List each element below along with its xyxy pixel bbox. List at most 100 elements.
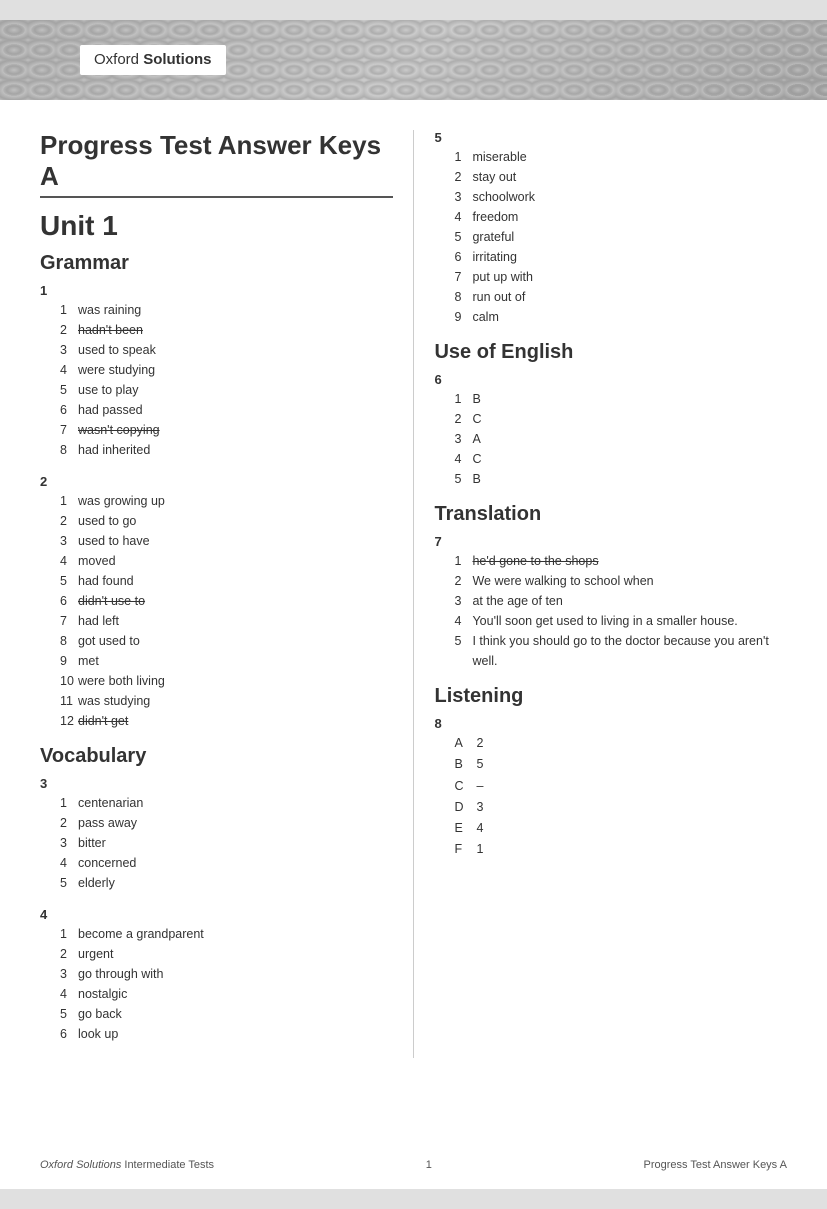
question-4-number: 4 — [40, 907, 393, 922]
list-item: 7wasn't copying — [60, 420, 393, 440]
question-2-number: 2 — [40, 474, 393, 489]
question-2-block: 2 1was growing up 2used to go 3used to h… — [40, 474, 393, 731]
list-item: 4You'll soon get used to living in a sma… — [454, 611, 787, 631]
list-item: 5use to play — [60, 380, 393, 400]
list-item: 2pass away — [60, 813, 393, 833]
listening-row-d: D 3 — [454, 797, 787, 818]
left-column: Progress Test Answer Keys A Unit 1 Gramm… — [40, 130, 413, 1058]
list-item: 4C — [454, 449, 787, 469]
list-item: 4moved — [60, 551, 393, 571]
list-item: 1B — [454, 389, 787, 409]
question-5-answers: 1miserable 2stay out 3schoolwork 4freedo… — [454, 147, 787, 327]
vocabulary-section-title: Vocabulary — [40, 745, 393, 768]
page: Oxford Solutions Progress Test Answer Ke… — [0, 20, 827, 1189]
header-logo: Oxford Solutions — [80, 45, 226, 75]
header-banner: Oxford Solutions — [0, 20, 827, 100]
use-of-english-title: Use of English — [434, 341, 787, 364]
list-item: 3bitter — [60, 833, 393, 853]
logo-text: Oxford Solutions — [94, 51, 212, 68]
footer-right: Progress Test Answer Keys A — [644, 1159, 787, 1171]
list-item: 10were both living — [60, 671, 393, 691]
right-column: 5 1miserable 2stay out 3schoolwork 4free… — [413, 130, 787, 1058]
list-item: 7put up with — [454, 267, 787, 287]
list-item: 3schoolwork — [454, 187, 787, 207]
list-item: 11was studying — [60, 691, 393, 711]
list-item: 2used to go — [60, 511, 393, 531]
footer-center: 1 — [426, 1159, 432, 1171]
question-8-block: 8 A 2 B 5 C – D 3 — [434, 716, 787, 861]
list-item: 2stay out — [454, 167, 787, 187]
list-item: 2We were walking to school when — [454, 571, 787, 591]
list-item: 6didn't use to — [60, 591, 393, 611]
question-4-answers: 1become a grandparent 2urgent 3go throug… — [60, 924, 393, 1044]
grammar-section-title: Grammar — [40, 252, 393, 275]
list-item: 8had inherited — [60, 440, 393, 460]
question-5-block: 5 1miserable 2stay out 3schoolwork 4free… — [434, 130, 787, 327]
list-item: 8got used to — [60, 631, 393, 651]
list-item: 1centenarian — [60, 793, 393, 813]
listening-row-e: E 4 — [454, 818, 787, 839]
question-1-number: 1 — [40, 283, 393, 298]
list-item: 12didn't get — [60, 711, 393, 731]
list-item: 4were studying — [60, 360, 393, 380]
question-7-block: 7 1he'd gone to the shops 2We were walki… — [434, 534, 787, 671]
footer-left: Oxford Solutions Intermediate Tests — [40, 1159, 214, 1171]
list-item: 1was growing up — [60, 491, 393, 511]
list-item: 6had passed — [60, 400, 393, 420]
list-item: 2hadn't been — [60, 320, 393, 340]
listening-title: Listening — [434, 685, 787, 708]
list-item: 5had found — [60, 571, 393, 591]
translation-title: Translation — [434, 503, 787, 526]
footer-left-text: Oxford Solutions Intermediate Tests — [40, 1159, 214, 1171]
question-6-answers: 1B 2C 3A 4C 5B — [454, 389, 787, 489]
listening-table: A 2 B 5 C – D 3 — [454, 733, 787, 861]
unit-title: Unit 1 — [40, 210, 393, 242]
list-item: 6irritating — [454, 247, 787, 267]
list-item: 5I think you should go to the doctor bec… — [454, 631, 787, 671]
list-item: 1miserable — [454, 147, 787, 167]
question-6-block: 6 1B 2C 3A 4C 5B — [434, 372, 787, 489]
list-item: 1become a grandparent — [60, 924, 393, 944]
list-item: 7had left — [60, 611, 393, 631]
list-item: 5grateful — [454, 227, 787, 247]
list-item: 4nostalgic — [60, 984, 393, 1004]
listening-row-a: A 2 — [454, 733, 787, 754]
list-item: 8run out of — [454, 287, 787, 307]
question-4-block: 4 1become a grandparent 2urgent 3go thro… — [40, 907, 393, 1044]
listening-row-c: C – — [454, 776, 787, 797]
question-7-number: 7 — [434, 534, 787, 549]
question-1-answers: 1was raining 2hadn't been 3used to speak… — [60, 300, 393, 460]
list-item: 3go through with — [60, 964, 393, 984]
list-item: 5go back — [60, 1004, 393, 1024]
list-item: 5elderly — [60, 873, 393, 893]
question-3-answers: 1centenarian 2pass away 3bitter 4concern… — [60, 793, 393, 893]
main-content: Progress Test Answer Keys A Unit 1 Gramm… — [0, 100, 827, 1088]
question-6-number: 6 — [434, 372, 787, 387]
list-item: 5B — [454, 469, 787, 489]
list-item: 1he'd gone to the shops — [454, 551, 787, 571]
title-divider — [40, 196, 393, 198]
page-footer: Oxford Solutions Intermediate Tests 1 Pr… — [0, 1159, 827, 1171]
question-7-answers: 1he'd gone to the shops 2We were walking… — [454, 551, 787, 671]
list-item: 3A — [454, 429, 787, 449]
question-3-block: 3 1centenarian 2pass away 3bitter 4conce… — [40, 776, 393, 893]
question-8-number: 8 — [434, 716, 787, 731]
list-item: 2urgent — [60, 944, 393, 964]
list-item: 4concerned — [60, 853, 393, 873]
list-item: 2C — [454, 409, 787, 429]
question-1-block: 1 1was raining 2hadn't been 3used to spe… — [40, 283, 393, 460]
list-item: 3used to have — [60, 531, 393, 551]
list-item: 4freedom — [454, 207, 787, 227]
list-item: 9met — [60, 651, 393, 671]
question-3-number: 3 — [40, 776, 393, 791]
question-2-answers: 1was growing up 2used to go 3used to hav… — [60, 491, 393, 731]
list-item: 3at the age of ten — [454, 591, 787, 611]
list-item: 9calm — [454, 307, 787, 327]
page-title: Progress Test Answer Keys A — [40, 130, 393, 192]
listening-row-f: F 1 — [454, 839, 787, 860]
list-item: 3used to speak — [60, 340, 393, 360]
list-item: 1was raining — [60, 300, 393, 320]
question-5-number: 5 — [434, 130, 787, 145]
list-item: 6look up — [60, 1024, 393, 1044]
listening-row-b: B 5 — [454, 754, 787, 775]
